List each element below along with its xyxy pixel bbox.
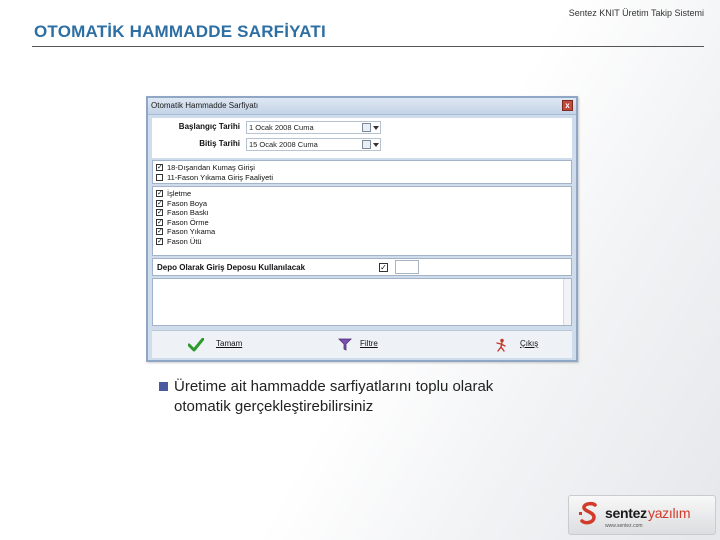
checkbox[interactable]: ✓ [156, 237, 163, 245]
dialog-title: Otomatik Hammadde Sarfiyatı [151, 101, 259, 110]
logo-url: www.sentez.com [605, 523, 643, 529]
notes-area[interactable] [152, 278, 572, 326]
hammadde-dialog: Otomatik Hammadde Sarfiyatı x Başlangıç … [146, 96, 578, 362]
logo-word-sentez: sentez [605, 505, 647, 521]
list-item[interactable]: ✓ Fason Yıkama [153, 227, 571, 237]
logo-s-icon [579, 501, 597, 525]
checkbox-label: 11-Fason Yıkama Giriş Faaliyeti [167, 172, 274, 182]
depot-checkbox[interactable]: ✓ [379, 263, 388, 272]
funnel-icon [338, 338, 352, 351]
list-item[interactable]: ✓ Fason Boya [153, 199, 571, 209]
logo-word-yazilim: yazılım [648, 505, 691, 521]
checkbox[interactable]: ✓ [156, 199, 163, 207]
close-button[interactable]: x [562, 100, 573, 111]
checkbox-label: Fason Boya [167, 198, 208, 208]
list-item[interactable]: ✓ Fason Ütü [153, 237, 571, 247]
checkbox[interactable]: ✓ [156, 190, 163, 197]
list-item[interactable]: 11-Fason Yıkama Giriş Faaliyeti [153, 173, 571, 183]
end-date-field[interactable]: 15 Ocak 2008 Cuma [246, 138, 381, 151]
depot-label: Depo Olarak Giriş Deposu Kullanılacak [157, 263, 306, 272]
source-type-list: ✓ İşletme ✓ Fason Boya ✓ Fason Baskı ✓ F… [152, 186, 572, 256]
depot-option-row: Depo Olarak Giriş Deposu Kullanılacak ✓ [152, 258, 572, 276]
filter-label: Filtre [360, 339, 378, 348]
checkbox-label: Fason Örme [167, 217, 209, 227]
checkbox[interactable] [156, 173, 163, 181]
checkbox-label: Fason Baskı [167, 208, 209, 217]
ok-label: Tamam [216, 339, 243, 348]
transaction-type-list: ✓ 18-Dışarıdan Kumaş Girişi 11-Fason Yık… [152, 160, 572, 184]
title-divider [32, 46, 704, 47]
button-bar: Tamam Filtre Çıkış [152, 330, 572, 358]
bullet-text: Üretime ait hammadde sarfiyatlarını topl… [174, 378, 494, 415]
depot-field[interactable] [395, 260, 419, 274]
bullet-marker [159, 382, 168, 391]
chevron-down-icon[interactable] [373, 143, 379, 147]
checkbox-label: 18-Dışarıdan Kumaş Girişi [167, 163, 255, 172]
system-name: Sentez KNIT Üretim Takip Sistemi [568, 8, 704, 18]
scrollbar[interactable] [563, 279, 571, 325]
chevron-down-icon[interactable] [373, 126, 379, 130]
dialog-titlebar[interactable]: Otomatik Hammadde Sarfiyatı x [148, 98, 576, 115]
calendar-icon[interactable] [362, 123, 371, 132]
checkmark-icon [188, 338, 204, 352]
start-date-field[interactable]: 1 Ocak 2008 Cuma [246, 121, 381, 134]
calendar-icon[interactable] [362, 140, 371, 149]
checkbox-label: Fason Ütü [167, 236, 202, 246]
checkbox[interactable]: ✓ [156, 228, 163, 235]
slide-title: OTOMATİK HAMMADDE SARFİYATI [34, 22, 326, 41]
end-date-label: Bitiş Tarihi [199, 139, 240, 148]
list-item[interactable]: ✓ Fason Örme [153, 218, 571, 228]
checkbox-label: İşletme [167, 189, 192, 198]
exit-button[interactable]: Çıkış [494, 338, 544, 352]
checkbox[interactable]: ✓ [156, 218, 163, 226]
list-item[interactable]: ✓ 18-Dışarıdan Kumaş Girişi [153, 163, 571, 173]
exit-icon [496, 338, 506, 352]
ok-button[interactable]: Tamam [188, 338, 248, 352]
exit-label: Çıkış [520, 339, 539, 348]
date-range-panel: Başlangıç Tarihi 1 Ocak 2008 Cuma Bitiş … [152, 118, 572, 158]
checkbox[interactable]: ✓ [156, 164, 163, 171]
checkbox-label: Fason Yıkama [167, 227, 216, 236]
filter-button[interactable]: Filtre [338, 338, 388, 352]
list-item[interactable]: ✓ İşletme [153, 189, 571, 199]
list-item[interactable]: ✓ Fason Baskı [153, 208, 571, 218]
checkbox[interactable]: ✓ [156, 209, 163, 216]
start-date-label: Başlangıç Tarihi [178, 122, 240, 131]
company-logo: sentez yazılım www.sentez.com [568, 495, 716, 535]
